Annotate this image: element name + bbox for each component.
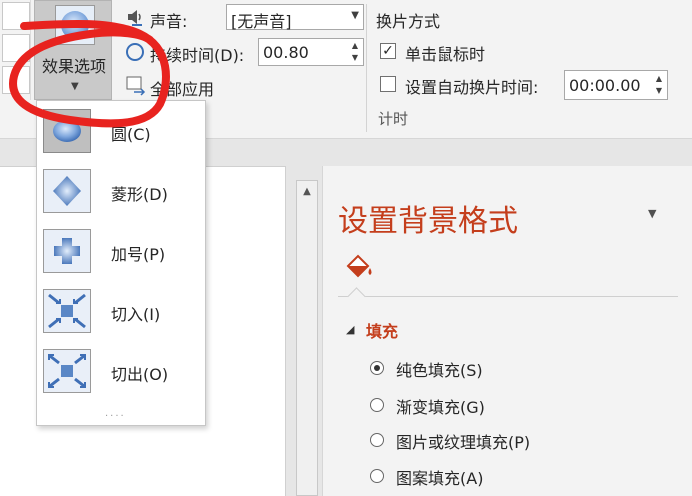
vertical-scrollbar[interactable]: ▲: [296, 180, 318, 496]
gallery-item-label: 菱形(D): [111, 185, 168, 204]
auto-advance-time-value: 00:00.00: [569, 76, 641, 95]
gallery-item-cut-out[interactable]: 切出(O): [37, 345, 205, 405]
chevron-down-icon: ▼: [351, 10, 359, 21]
partial-gallery-box[interactable]: [2, 2, 30, 30]
plus-shape-icon: [43, 229, 91, 273]
spin-up-icon[interactable]: ▲: [349, 41, 361, 50]
gallery-item-diamond[interactable]: 菱形(D): [37, 165, 205, 225]
sound-label: 声音:: [150, 12, 188, 31]
partial-dropdown-box[interactable]: [2, 66, 30, 94]
spin-up-icon[interactable]: ▲: [653, 74, 665, 83]
sound-select[interactable]: [无声音] ▼: [226, 4, 364, 31]
sound-value: [无声音]: [231, 12, 292, 31]
on-click-label: 单击鼠标时: [405, 45, 486, 64]
chevron-down-icon: ▼: [71, 81, 79, 92]
partial-dropdown-box[interactable]: [2, 34, 30, 62]
circle-shape-icon: [43, 109, 91, 153]
effect-options-button[interactable]: 效果选项 ▼: [34, 0, 112, 100]
scroll-up-icon[interactable]: ▲: [297, 181, 317, 203]
advance-slide-title: 换片方式: [376, 12, 441, 31]
effect-options-gallery: 圆(C) 菱形(D) 加号(P) 切入(I) 切出(O) ····: [36, 100, 206, 426]
speaker-icon: [128, 10, 142, 26]
clock-icon: [126, 43, 144, 61]
gallery-item-label: 圆(C): [111, 125, 151, 144]
gallery-item-cut-in[interactable]: 切入(I): [37, 285, 205, 345]
collapse-triangle-icon[interactable]: ◢: [346, 323, 354, 336]
gradient-fill-label: 渐变填充(G): [396, 398, 485, 417]
timing-group-label: 计时: [378, 110, 409, 128]
pattern-fill-label: 图案填充(A): [396, 469, 484, 488]
duration-stepper[interactable]: 00.80 ▲ ▼: [258, 38, 364, 66]
gallery-item-label: 切出(O): [111, 365, 169, 384]
circle-effect-icon: [55, 5, 95, 45]
auto-advance-time-stepper[interactable]: 00:00.00 ▲ ▼: [564, 70, 668, 100]
apply-all-button[interactable]: 全部应用: [150, 76, 214, 100]
group-divider: [366, 4, 367, 132]
effect-options-label: 效果选项: [41, 57, 106, 76]
picture-fill-radio[interactable]: [370, 433, 384, 447]
duration-label: 持续时间(D):: [150, 46, 245, 65]
pattern-fill-radio[interactable]: [370, 469, 384, 483]
auto-advance-checkbox[interactable]: [380, 76, 396, 92]
paint-bucket-icon[interactable]: [342, 252, 376, 282]
auto-advance-label: 设置自动换片时间:: [405, 78, 539, 97]
duration-value: 00.80: [263, 43, 309, 62]
solid-fill-radio[interactable]: [370, 361, 384, 375]
gallery-item-plus[interactable]: 加号(P): [37, 225, 205, 285]
cut-in-icon: [43, 289, 91, 333]
spin-down-icon[interactable]: ▼: [653, 86, 665, 95]
gallery-item-circle[interactable]: 圆(C): [37, 105, 205, 165]
pane-options-chevron-icon[interactable]: ▼: [648, 207, 656, 220]
pane-divider: [338, 296, 678, 297]
cut-out-icon: [43, 349, 91, 393]
on-click-checkbox[interactable]: ✓: [380, 43, 396, 59]
spin-down-icon[interactable]: ▼: [349, 53, 361, 62]
gallery-item-label: 加号(P): [111, 245, 166, 264]
pane-title: 设置背景格式: [338, 204, 518, 239]
diamond-shape-icon: [43, 169, 91, 213]
picture-fill-label: 图片或纹理填充(P): [396, 433, 531, 452]
apply-all-icon: [126, 76, 146, 96]
solid-fill-label: 纯色填充(S): [396, 361, 483, 380]
gradient-fill-radio[interactable]: [370, 398, 384, 412]
ribbon-left-partial-group: [0, 0, 31, 100]
gallery-item-label: 切入(I): [111, 305, 161, 324]
fill-section-title[interactable]: 填充: [366, 318, 398, 342]
resize-grip-icon[interactable]: ····: [105, 411, 126, 422]
